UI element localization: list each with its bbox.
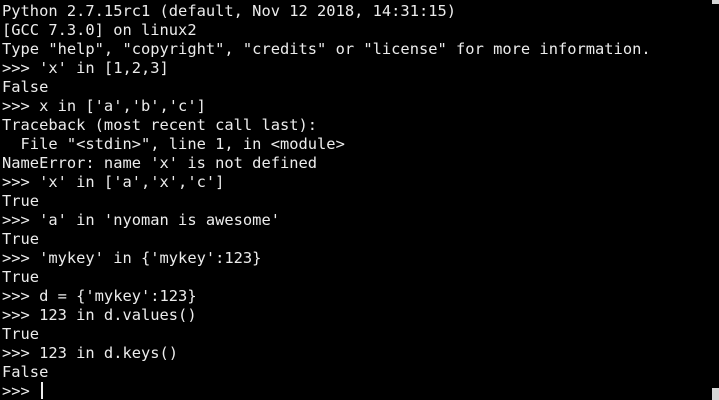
input-line: >>> 123 in d.values() (2, 306, 197, 324)
text-cursor (41, 382, 44, 399)
active-prompt-line[interactable]: >>> (2, 382, 719, 400)
traceback-line: File "<stdin>", line 1, in <module> (2, 135, 345, 153)
vertical-scrollbar[interactable] (711, 0, 719, 400)
input-line: >>> x in ['a','b','c'] (2, 97, 206, 115)
banner-line: Python 2.7.15rc1 (default, Nov 12 2018, … (2, 2, 457, 20)
terminal-output: Python 2.7.15rc1 (default, Nov 12 2018, … (2, 2, 719, 400)
banner-line: Type "help", "copyright", "credits" or "… (2, 40, 651, 58)
output-line: False (2, 78, 49, 96)
input-line: >>> d = {'mykey':123} (2, 287, 197, 305)
banner-line: [GCC 7.3.0] on linux2 (2, 21, 197, 39)
input-line: >>> 'x' in ['a','x','c'] (2, 173, 225, 191)
prompt: >>> (2, 382, 40, 400)
output-line: False (2, 363, 49, 381)
input-line: >>> 'x' in [1,2,3] (2, 59, 169, 77)
output-line: True (2, 192, 40, 210)
traceback-line: Traceback (most recent call last): (2, 116, 318, 134)
error-line: NameError: name 'x' is not defined (2, 154, 318, 172)
input-line: >>> 'mykey' in {'mykey':123} (2, 249, 262, 267)
scrollbar-top-edge[interactable] (712, 0, 719, 4)
terminal-window[interactable]: Python 2.7.15rc1 (default, Nov 12 2018, … (0, 0, 719, 400)
input-line: >>> 'a' in 'nyoman is awesome' (2, 211, 280, 229)
scrollbar-thumb[interactable] (712, 388, 719, 400)
output-line: True (2, 230, 40, 248)
output-line: True (2, 268, 40, 286)
input-line: >>> 123 in d.keys() (2, 344, 179, 362)
output-line: True (2, 325, 40, 343)
